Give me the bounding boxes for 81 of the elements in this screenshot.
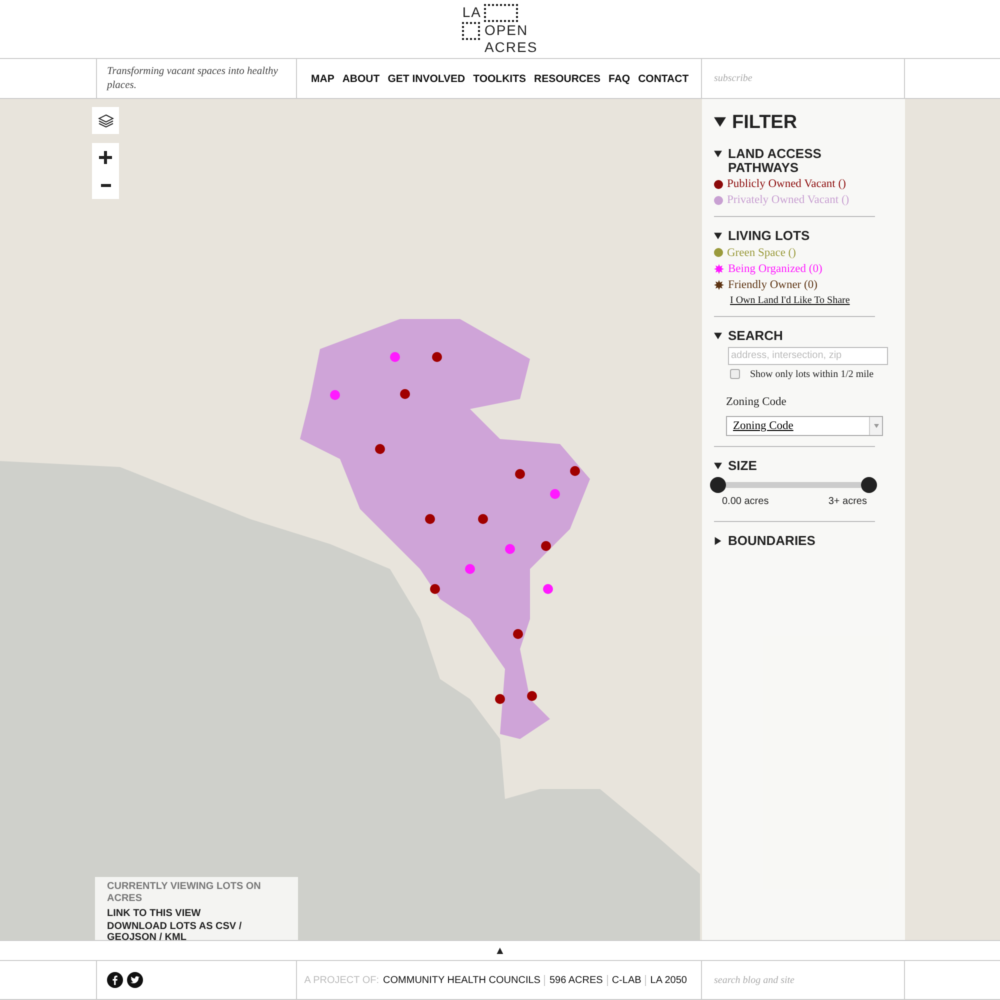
zoning-label: Zoning Code <box>726 396 788 408</box>
zoom-out-button[interactable] <box>92 171 119 199</box>
section-title[interactable]: LAND ACCESS PATHWAYS <box>728 146 875 174</box>
lot-marker[interactable] <box>375 444 385 454</box>
lot-marker[interactable] <box>425 514 435 524</box>
partner-link[interactable]: C-LAB <box>606 974 646 986</box>
lot-marker[interactable] <box>543 584 553 594</box>
nav-link[interactable]: FAQ <box>608 72 630 84</box>
legend-label: Publicly Owned Vacant () <box>727 178 846 190</box>
caret-icon[interactable] <box>714 332 722 340</box>
dotted-square-icon <box>484 4 518 22</box>
lot-marker[interactable] <box>550 489 560 499</box>
nav-link[interactable]: CONTACT <box>638 72 689 84</box>
tagline: Transforming vacant spaces into healthy places. <box>107 64 279 92</box>
lot-marker[interactable] <box>432 352 442 362</box>
dotted-square-icon <box>462 22 480 40</box>
site-search-field[interactable]: search blog and site <box>712 974 894 986</box>
slider-handle[interactable] <box>710 477 726 494</box>
legend-item[interactable]: Publicly Owned Vacant () <box>714 178 875 190</box>
partner-link[interactable]: 596 ACRES <box>544 974 607 986</box>
section-title[interactable]: LIVING LOTS <box>728 229 810 243</box>
lot-marker[interactable] <box>513 629 523 639</box>
logo-text: LA <box>462 5 482 20</box>
minus-icon <box>100 184 110 186</box>
lot-marker[interactable] <box>465 564 475 574</box>
caret-icon[interactable] <box>714 537 722 546</box>
nav-link[interactable]: GET INVOLVED <box>388 72 466 84</box>
dropdown-arrow-icon <box>874 424 878 428</box>
lot-marker[interactable] <box>478 514 488 524</box>
caret-icon[interactable] <box>714 462 722 470</box>
legend-label: Green Space () <box>727 246 796 259</box>
toggle-button[interactable]: ▲ <box>494 944 506 956</box>
nav-link[interactable]: MAP <box>311 72 334 84</box>
nav-link[interactable]: TOOLKITS <box>473 72 526 84</box>
lot-marker[interactable] <box>570 466 580 476</box>
logo[interactable]: LA OPEN ACRES <box>462 4 538 54</box>
layers-icon <box>98 112 114 128</box>
acres-label: 0.00 acres <box>722 496 769 508</box>
bird-icon[interactable] <box>127 972 143 988</box>
lot-marker[interactable] <box>515 469 525 479</box>
lot-marker[interactable] <box>330 390 340 400</box>
info-link[interactable]: LINK TO THIS VIEW <box>107 908 286 920</box>
nav-link[interactable]: ABOUT <box>342 72 380 84</box>
caret-icon[interactable] <box>714 116 726 128</box>
slider-handle[interactable] <box>861 477 877 494</box>
lot-marker[interactable] <box>390 352 400 362</box>
checkbox-label: Show only lots within 1/2 mile <box>750 368 874 380</box>
lot-marker[interactable] <box>505 544 515 554</box>
lot-marker[interactable] <box>430 584 440 594</box>
subscribe-field[interactable]: subscribe <box>712 72 894 85</box>
checkbox[interactable] <box>730 369 740 379</box>
legend-label: Being Organized (0) <box>728 262 822 275</box>
section-title[interactable]: SEARCH <box>728 328 783 342</box>
legend-label: Friendly Owner (0) <box>728 278 818 291</box>
lot-marker[interactable] <box>495 694 505 704</box>
filter-title: FILTER <box>732 113 798 133</box>
info-link[interactable]: DOWNLOAD LOTS AS CSV / GEOJSON / KML <box>107 920 286 944</box>
caret-icon[interactable] <box>714 150 722 158</box>
partner-link[interactable]: COMMUNITY HEALTH COUNCILS <box>379 974 544 986</box>
logo-text: ACRES <box>484 40 538 54</box>
section-title[interactable]: BOUNDARIES <box>728 534 816 548</box>
legend-label: Privately Owned Vacant () <box>727 194 850 206</box>
lot-marker[interactable] <box>400 389 410 399</box>
caret-icon[interactable] <box>714 232 722 240</box>
nav-link[interactable]: RESOURCES <box>534 72 600 84</box>
section-title[interactable]: SIZE <box>728 458 757 472</box>
legend-item[interactable]: Friendly Owner (0) <box>714 278 875 291</box>
partner-link[interactable]: LA 2050 <box>645 974 691 986</box>
project-label: A PROJECT OF: <box>304 974 380 986</box>
acres-label: 3+ acres <box>828 496 867 508</box>
zoom-in-button[interactable] <box>92 143 119 171</box>
plus-icon <box>99 150 112 164</box>
logo-text: OPEN <box>484 23 530 38</box>
facebook-icon[interactable] <box>107 972 123 988</box>
zoning-select[interactable]: Zoning Code <box>726 416 883 436</box>
layers-button[interactable] <box>92 107 119 134</box>
lot-marker[interactable] <box>541 541 551 551</box>
share-land-link[interactable]: I Own Land I'd Like To Share <box>730 294 875 306</box>
lot-marker[interactable] <box>527 691 537 701</box>
search-field[interactable]: address, intersection, zip <box>728 346 888 364</box>
info-heading: CURRENTLY VIEWING LOTS ON ACRES <box>107 881 262 904</box>
